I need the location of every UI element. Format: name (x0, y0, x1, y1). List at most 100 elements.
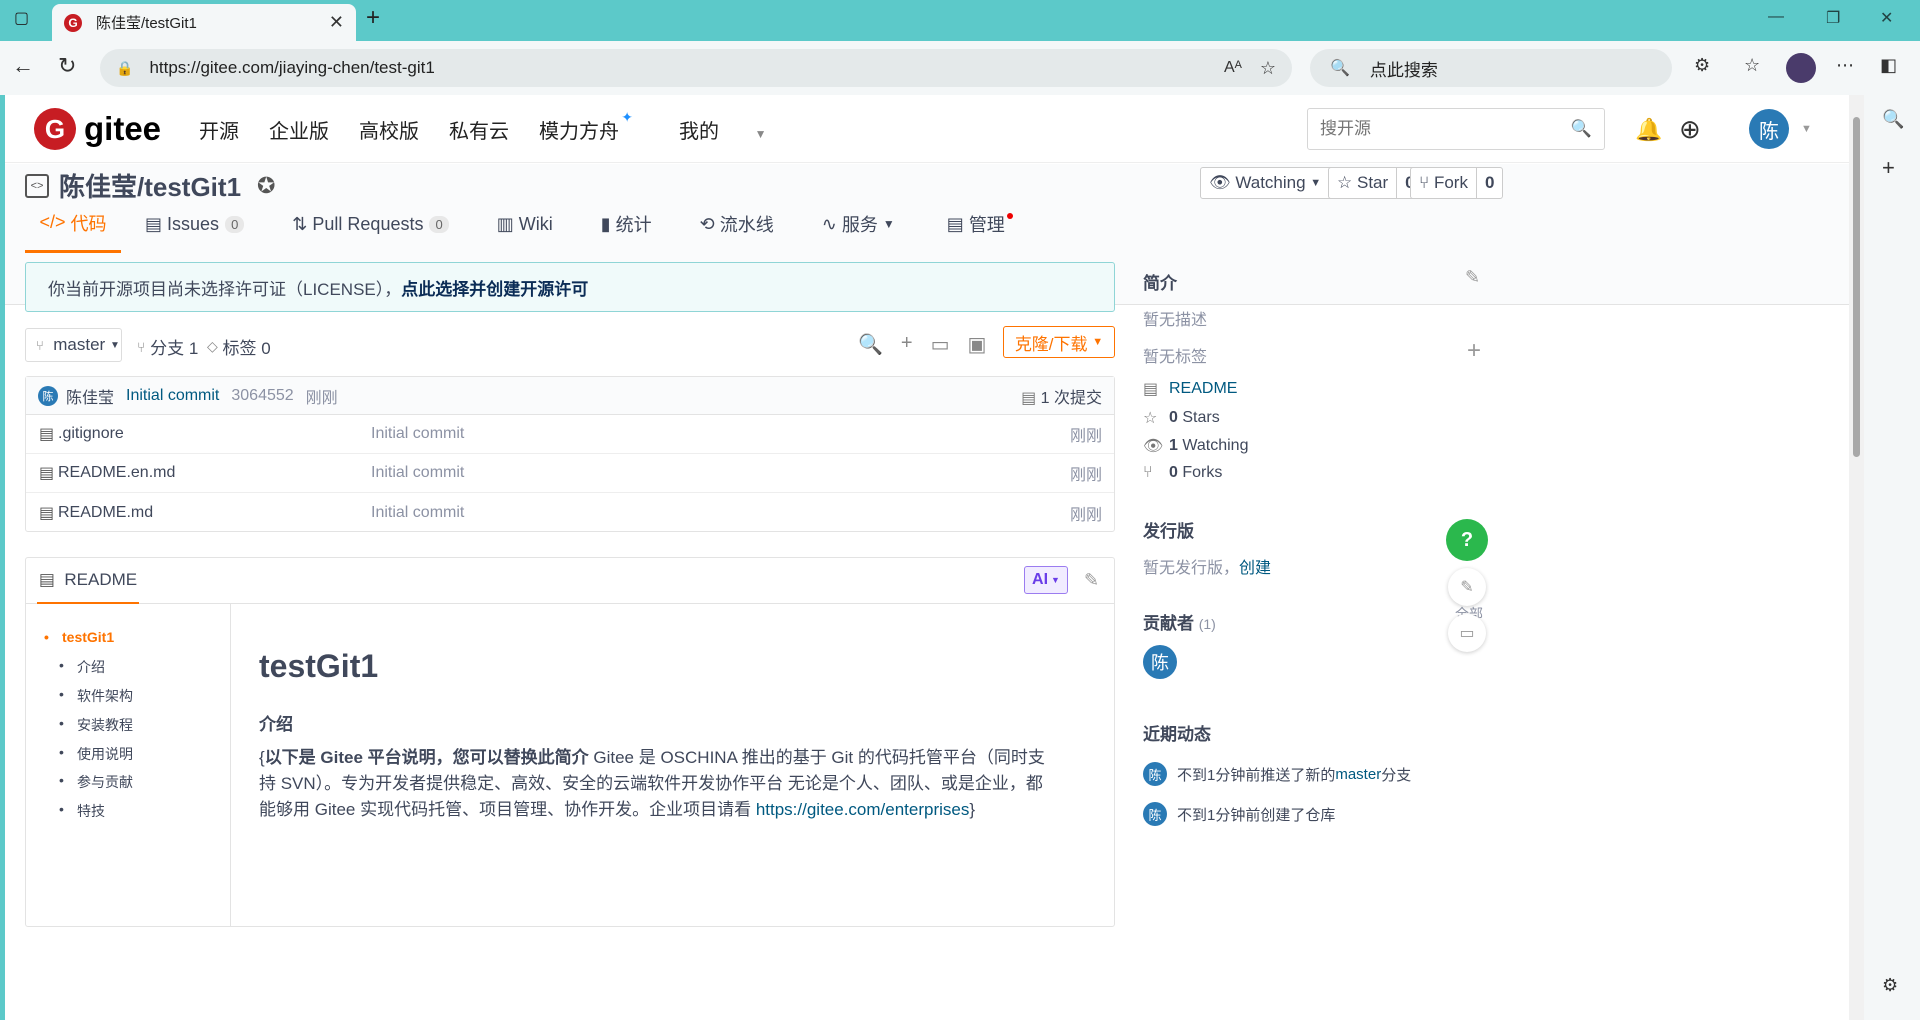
readme-tab[interactable]: ▤ README (37, 558, 139, 604)
feedback-edit-icon[interactable]: ✎ (1448, 568, 1486, 606)
add-tag-icon[interactable]: + (1467, 337, 1481, 365)
nav-enterprise[interactable]: 企业版 (269, 115, 329, 144)
forks-stat[interactable]: ⑂ 0 Forks (1143, 464, 1222, 482)
settings-gear-icon[interactable]: ⚙ (1882, 975, 1898, 996)
profile-avatar[interactable] (1786, 53, 1816, 83)
toc-item[interactable]: 使用说明 (59, 744, 133, 764)
chevron-down-icon[interactable]: ▼ (1801, 123, 1812, 135)
dev-env-icon[interactable]: ▣ (968, 332, 987, 357)
close-window-icon[interactable]: ✕ (1880, 8, 1893, 28)
read-aloud-icon[interactable]: Aᴬ (1224, 59, 1242, 77)
tab-code[interactable]: </> 代码 (25, 195, 121, 253)
activity-avatar[interactable]: 陈 (1143, 802, 1167, 826)
toc-item[interactable]: 安装教程 (59, 715, 133, 735)
nav-university[interactable]: 高校版 (359, 115, 419, 144)
watching-stat[interactable]: 👁 1 Watching (1143, 436, 1248, 456)
chat-icon[interactable]: ▭ (1448, 614, 1486, 652)
search-file-icon[interactable]: 🔍 (858, 332, 883, 357)
file-row[interactable]: ▤ README.md Initial commit 刚刚 (26, 493, 1114, 532)
tags-link[interactable]: ◇ 标签 0 (207, 334, 271, 359)
branch-selector[interactable]: ⑂ master ▼ (25, 328, 122, 362)
tab-wiki[interactable]: ▥ Wiki (497, 195, 553, 253)
tab-manage[interactable]: ▤ 管理 (947, 195, 1013, 253)
create-plus-icon[interactable]: ⊕ (1679, 114, 1701, 145)
file-commit-message[interactable]: Initial commit (371, 464, 464, 482)
file-row[interactable]: ▤ .gitignore Initial commit 刚刚 (26, 415, 1114, 454)
scroll-thumb[interactable] (1853, 117, 1860, 457)
edit-icon[interactable]: ✎ (1084, 570, 1099, 591)
nav-open-source[interactable]: 开源 (199, 115, 239, 144)
license-link[interactable]: 点此选择并创建开源许可 (401, 275, 588, 300)
page-scrollbar[interactable] (1849, 95, 1864, 1020)
add-icon[interactable]: + (1882, 155, 1895, 181)
nav-moli[interactable]: 模力方舟 ✦ (539, 109, 649, 144)
search-icon[interactable]: 🔍 (1882, 109, 1904, 130)
stars-stat[interactable]: ☆ 0 Stars (1143, 408, 1220, 428)
file-commit-message[interactable]: Initial commit (371, 425, 464, 443)
ai-button[interactable]: AI ▼ (1024, 566, 1068, 594)
user-avatar[interactable]: 陈 (1749, 109, 1789, 149)
refresh-icon[interactable]: ↻ (58, 53, 76, 79)
readme-panel: ▤ README AI▼ ✎ testGit1 介绍 软件架构 安装教程 使用说… (25, 557, 1115, 927)
more-icon[interactable]: ⋯ (1836, 55, 1854, 76)
clone-download-button[interactable]: 克隆/下载 ▼ (1003, 326, 1115, 358)
tab-services[interactable]: ∿ 服务 ▼ (822, 195, 895, 253)
logo-text: gitee (84, 110, 162, 147)
edit-icon[interactable]: ✎ (1465, 267, 1480, 288)
toc-item[interactable]: testGit1 (44, 629, 114, 645)
new-tab-icon[interactable]: + (366, 4, 380, 32)
tab-issues[interactable]: ▤ Issues 0 (145, 195, 245, 253)
header-search[interactable]: 🔍 (1307, 108, 1605, 150)
tab-actions-icon[interactable]: ▢ (14, 8, 29, 28)
restore-icon[interactable]: ❐ (1826, 8, 1840, 28)
chevron-down-icon: ▼ (1092, 336, 1104, 348)
notification-dot (1006, 213, 1013, 219)
commit-message[interactable]: Initial commit (126, 387, 219, 405)
favorite-star-icon[interactable]: ☆ (1260, 58, 1276, 79)
help-button[interactable]: ? (1446, 519, 1488, 561)
extensions-icon[interactable]: ⚙ (1694, 55, 1710, 76)
readme-link[interactable]: ▤ README (1143, 379, 1237, 399)
minimize-icon[interactable]: — (1768, 8, 1784, 26)
commit-author[interactable]: 陈佳莹 (66, 384, 114, 408)
create-release-link[interactable]: 创建 (1239, 560, 1271, 577)
activity-avatar[interactable]: 陈 (1143, 762, 1167, 786)
browser-search[interactable]: 🔍 点此搜索 (1310, 49, 1672, 87)
nav-mine[interactable]: 我的 ▼ (679, 115, 796, 144)
tab-pull-requests[interactable]: ⇅ Pull Requests 0 (292, 195, 449, 253)
toc-item[interactable]: 参与贡献 (59, 772, 133, 792)
branches-link[interactable]: ⑂ 分支 1 (137, 334, 198, 359)
tab-pipeline[interactable]: ⟲ 流水线 (700, 195, 774, 253)
file-name[interactable]: README.en.md (58, 464, 175, 482)
activity-branch-link[interactable]: master (1335, 766, 1381, 783)
commit-author-avatar[interactable]: 陈 (38, 385, 58, 406)
file-row[interactable]: ▤ README.en.md Initial commit 刚刚 (26, 454, 1114, 493)
notification-bell-icon[interactable]: 🔔 (1635, 117, 1662, 143)
tab-stats[interactable]: ▮ 统计 (601, 195, 652, 253)
header-search-input[interactable] (1320, 119, 1571, 139)
url-field[interactable]: 🔒 https://gitee.com/jiaying-chen/test-gi… (100, 49, 1292, 87)
file-name[interactable]: README.md (58, 504, 153, 522)
toc-item[interactable]: 介绍 (59, 657, 105, 677)
toc-item[interactable]: 特技 (59, 801, 105, 821)
web-ide-icon[interactable]: ▭ (931, 332, 950, 357)
nav-private-cloud[interactable]: 私有云 (449, 115, 509, 144)
commit-hash[interactable]: 3064552 (231, 387, 293, 405)
contributor-avatar[interactable]: 陈 (1143, 645, 1177, 679)
close-tab-icon[interactable]: ✕ (329, 12, 344, 33)
file-name[interactable]: .gitignore (58, 425, 124, 443)
fork-button[interactable]: ⑂ Fork 0 (1410, 167, 1504, 199)
browser-tab[interactable]: G 陈佳莹/testGit1 ✕ (52, 4, 356, 41)
file-commit-message[interactable]: Initial commit (371, 504, 464, 522)
readme-icon: ▤ (38, 570, 55, 589)
gitee-logo[interactable]: G gitee (34, 108, 161, 150)
search-icon[interactable]: 🔍 (1571, 119, 1592, 139)
commit-count[interactable]: ▤ 1 次提交 (1021, 384, 1102, 408)
toc-item[interactable]: 软件架构 (59, 686, 133, 706)
sidebar-toggle-icon[interactable]: ◧ (1880, 55, 1897, 76)
add-file-icon[interactable]: + (901, 332, 913, 357)
enterprise-link[interactable]: https://gitee.com/enterprises (756, 800, 970, 819)
favorites-icon[interactable]: ☆ (1744, 55, 1760, 76)
back-icon[interactable]: ← (12, 53, 34, 79)
activity-item: 陈不到1分钟前创建了仓库 (1143, 802, 1335, 826)
